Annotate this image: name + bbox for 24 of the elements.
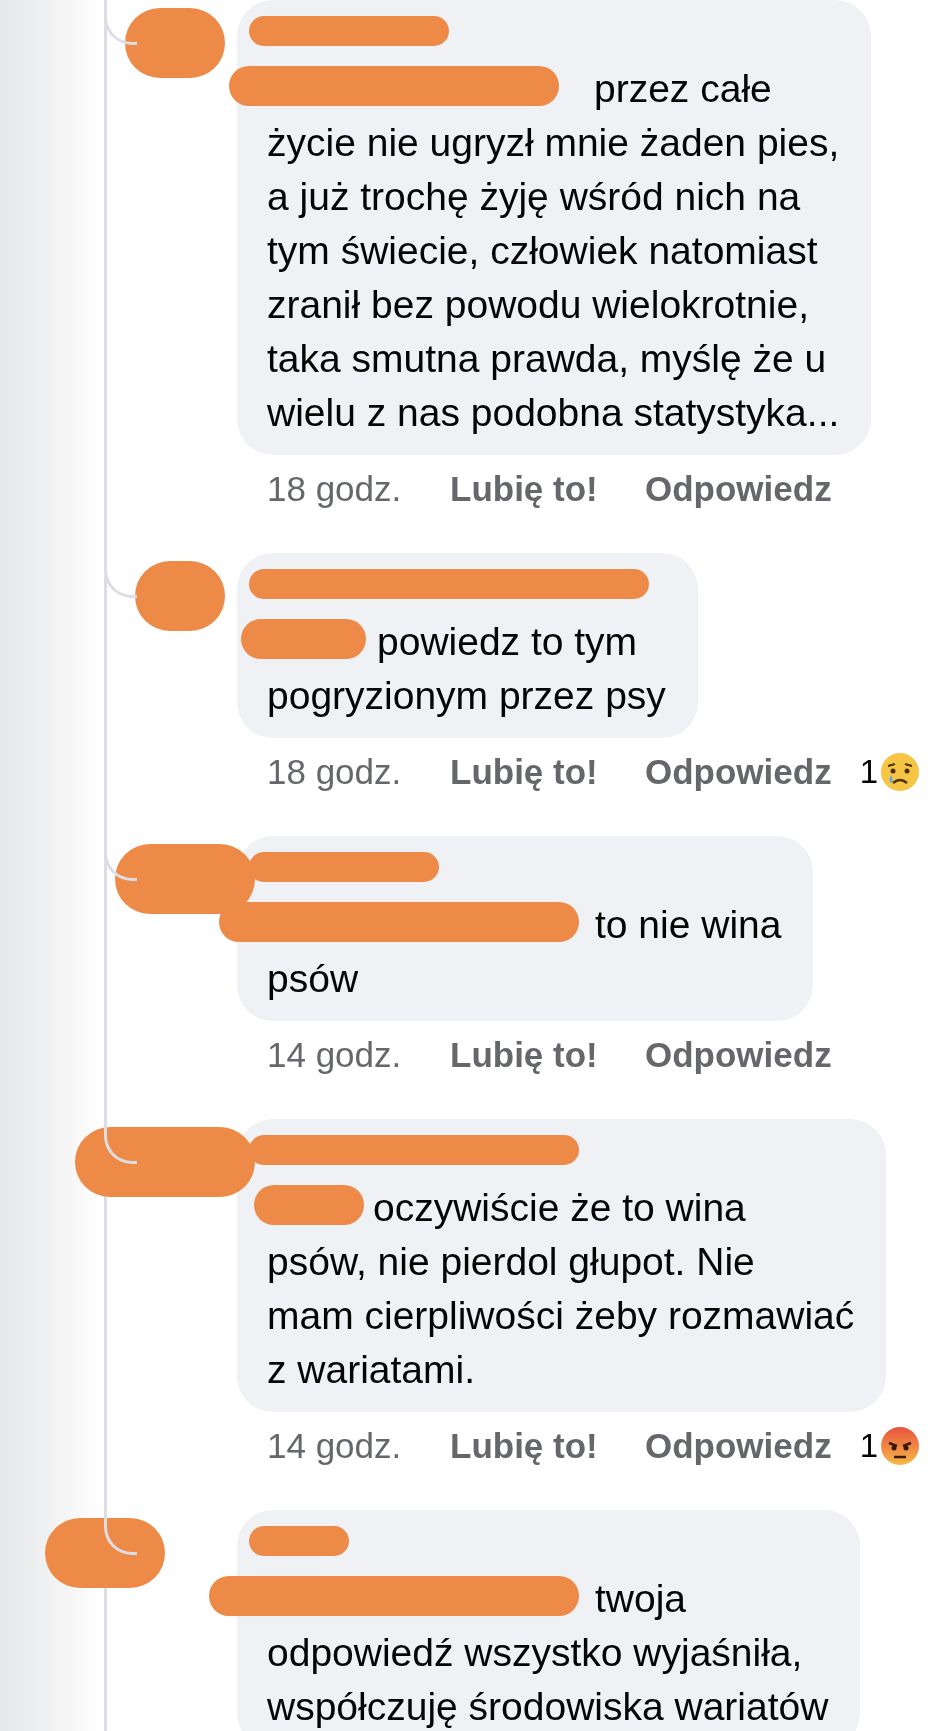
reply-link[interactable]: Odpowiedz (645, 1426, 832, 1466)
comment-time: 14 godz. (267, 1426, 403, 1466)
reply-link[interactable]: Odpowiedz (645, 752, 832, 792)
comment-time: 14 godz. (267, 1035, 403, 1075)
like-link[interactable]: Lubię to! (450, 1035, 645, 1075)
like-link[interactable]: Lubię to! (450, 469, 645, 509)
comment-text: życie nie ugryzł mnie żaden pies, a już trochę żyję wśród nich na tym świecie, człowiek natomiast zranił bez powodu wielokrotnie, taka smutna prawda, myślę że u wielu z nas podobna statystyka... (267, 120, 840, 436)
comment-text: twoja (595, 1576, 687, 1622)
comment-text: przez całe (594, 66, 772, 112)
comment-text: pogryzionym przez psy (267, 673, 666, 719)
comment-text: odpowiedź wszystko wyjaśniła, współczuję środowiska wariatów (267, 1630, 829, 1730)
reaction-count: 1 (859, 1427, 878, 1465)
comment-text: to nie wina (595, 902, 782, 948)
comment-text: psów (267, 956, 360, 1002)
comment-text: oczywiście że to wina (373, 1185, 746, 1231)
like-link[interactable]: Lubię to! (450, 1426, 645, 1466)
reply-link[interactable]: Odpowiedz (645, 469, 832, 509)
reply-link[interactable]: Odpowiedz (645, 1035, 832, 1075)
like-link[interactable]: Lubię to! (450, 752, 645, 792)
reaction-count: 1 (859, 753, 878, 791)
comment-time: 18 godz. (267, 469, 403, 509)
comment-time: 18 godz. (267, 752, 403, 792)
comment-text: psów, nie pierdol głupot. Nie mam cierpliwości żeby rozmawiać z wariatami. (267, 1239, 855, 1393)
comment-text: powiedz to tym (377, 619, 638, 665)
